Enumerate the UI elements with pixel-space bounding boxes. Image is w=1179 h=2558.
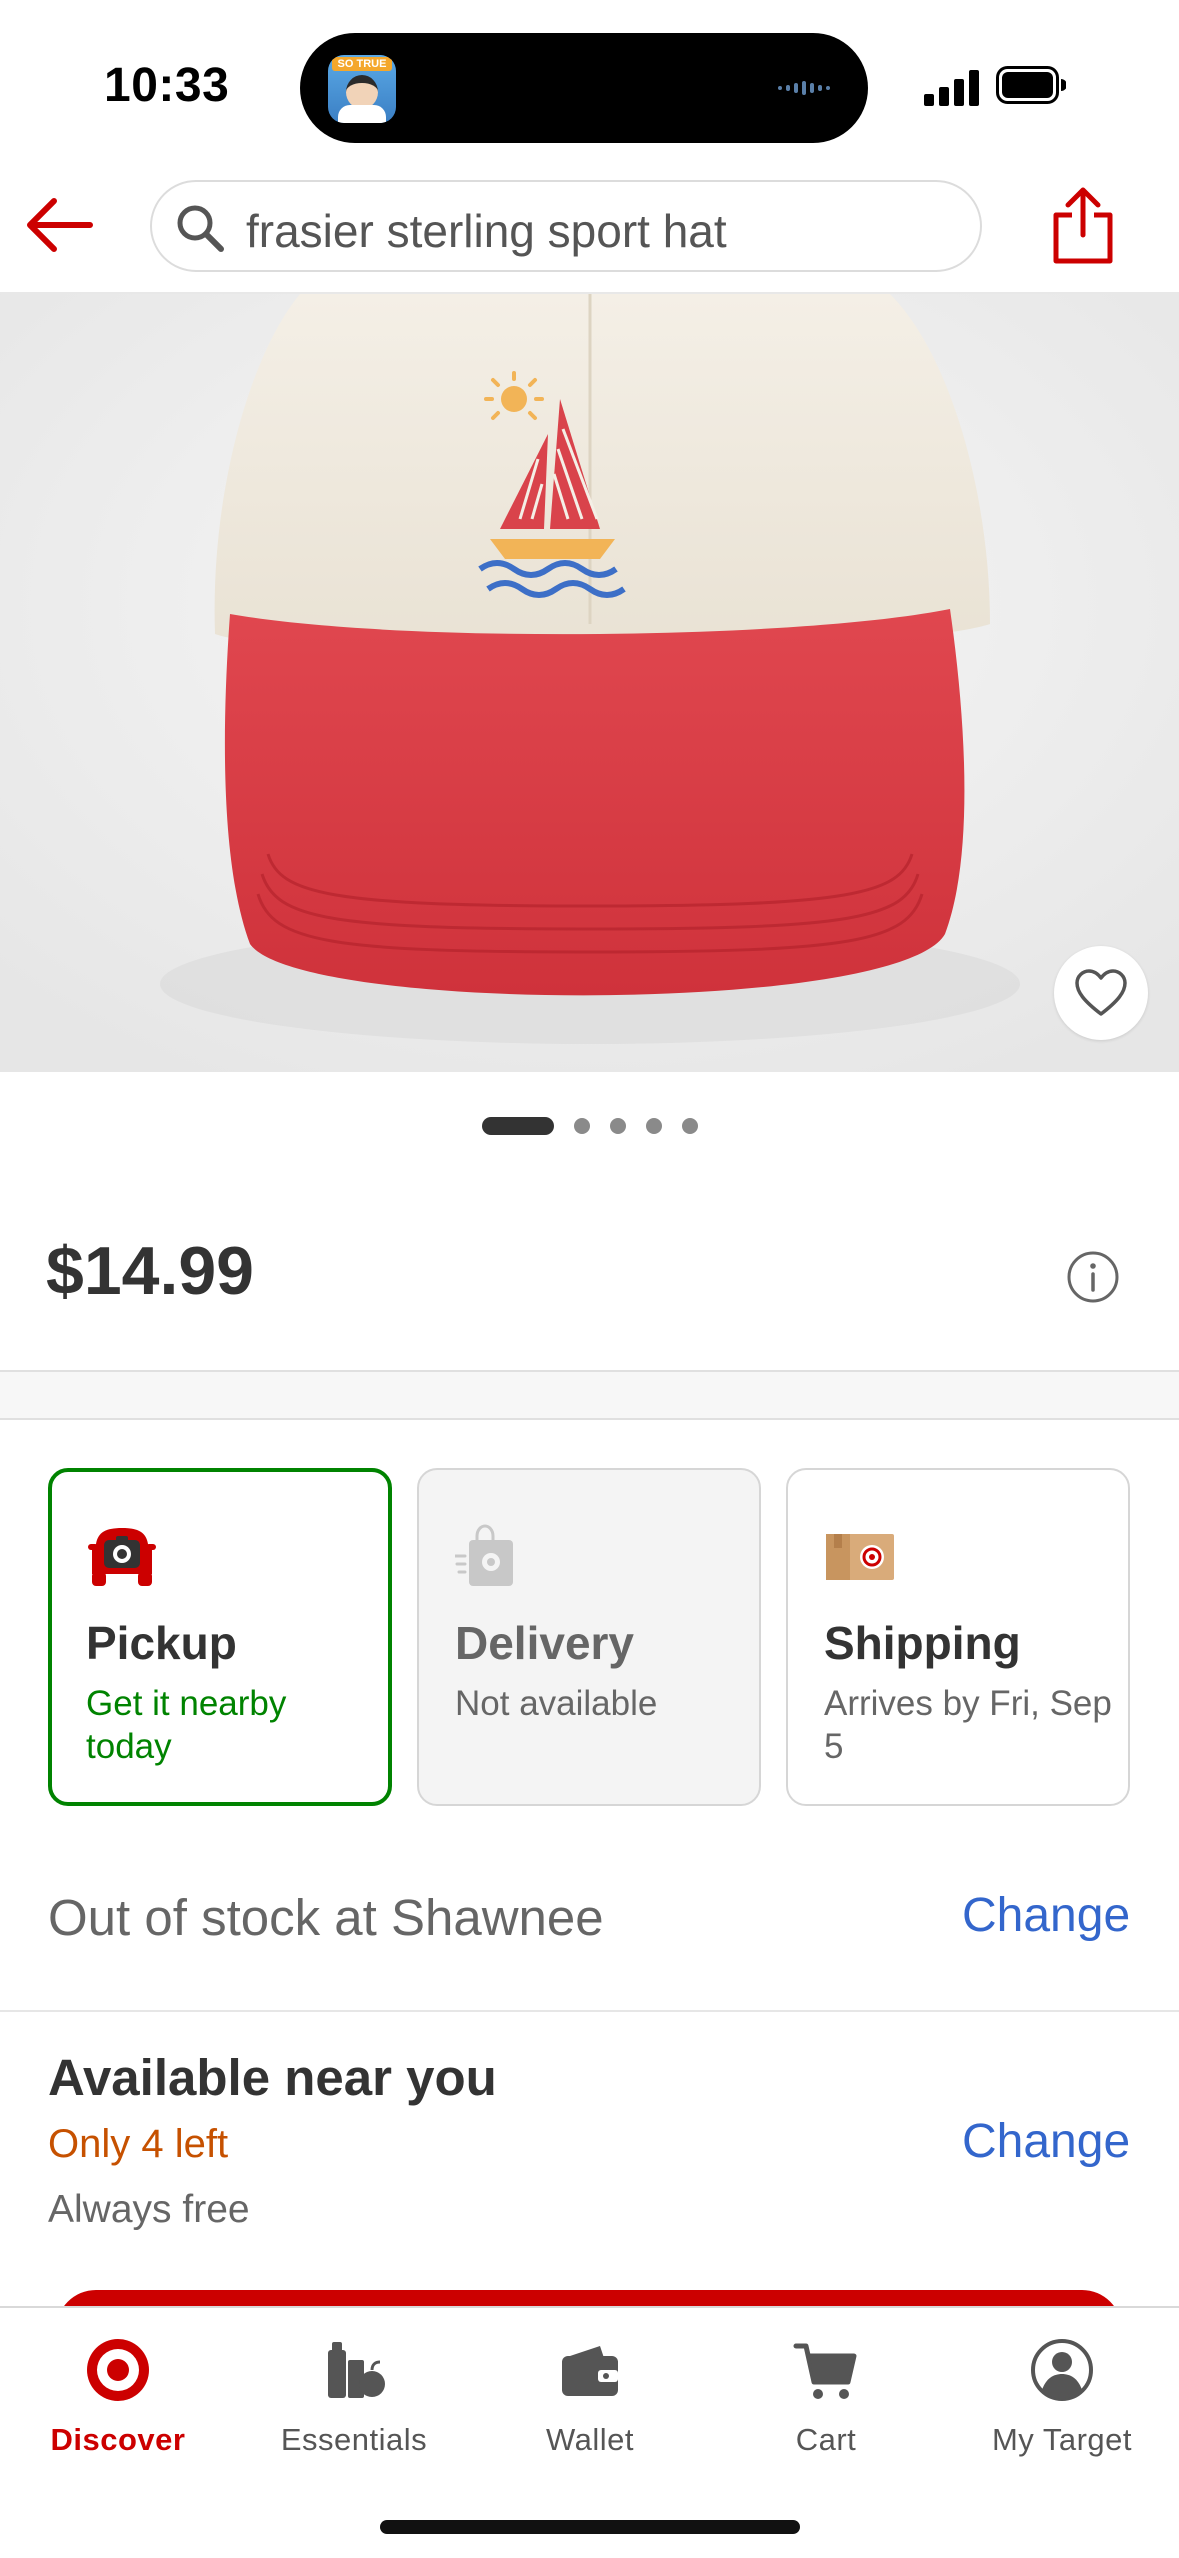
- carousel-dot[interactable]: [682, 1118, 698, 1134]
- shipping-title: Shipping: [824, 1617, 1021, 1669]
- tab-label: Essentials: [280, 2422, 428, 2457]
- product-price: $14.99: [46, 1233, 254, 1309]
- pickup-cost-label: Always free: [48, 2188, 250, 2231]
- carousel-dot-active[interactable]: [482, 1117, 554, 1135]
- change-nearby-store-link[interactable]: Change: [962, 2114, 1130, 2169]
- fulfillment-option-shipping[interactable]: Shipping Arrives by Fri, Sep 5: [786, 1468, 1130, 1806]
- divider: [0, 2010, 1179, 2012]
- tab-cart[interactable]: Cart: [708, 2308, 944, 2498]
- search-input[interactable]: frasier sterling sport hat: [150, 180, 982, 272]
- status-time: 10:33: [104, 59, 230, 112]
- carousel-dot[interactable]: [574, 1118, 590, 1134]
- heart-icon: [1075, 969, 1127, 1016]
- battery-icon: [996, 66, 1066, 104]
- fulfillment-option-pickup[interactable]: Pickup Get it nearby today: [48, 1468, 392, 1806]
- tab-label: Cart: [795, 2422, 857, 2457]
- tab-discover[interactable]: Discover: [0, 2308, 236, 2498]
- account-icon: [1031, 2339, 1093, 2401]
- cellular-signal-icon: [924, 70, 979, 106]
- tab-label: My Target: [991, 2422, 1133, 2457]
- tab-my-target[interactable]: My Target: [944, 2308, 1179, 2498]
- tab-label: Wallet: [546, 2422, 634, 2457]
- search-query-text: frasier sterling sport hat: [246, 205, 727, 257]
- pickup-title: Pickup: [86, 1617, 237, 1669]
- hat-photo: [0, 294, 1179, 1072]
- carousel-dot[interactable]: [646, 1118, 662, 1134]
- image-carousel-indicator[interactable]: [482, 1116, 702, 1136]
- available-near-title: Available near you: [48, 2049, 497, 2106]
- pickup-car-icon: [88, 1528, 156, 1586]
- section-spacer: [0, 1372, 1179, 1418]
- divider: [0, 1418, 1179, 1420]
- delivery-title: Delivery: [455, 1617, 635, 1669]
- share-button[interactable]: [1050, 185, 1116, 265]
- search-icon: [177, 205, 224, 252]
- delivery-subtitle: Not available: [455, 1684, 658, 1723]
- cart-icon: [793, 2343, 857, 2399]
- essentials-icon: [328, 2342, 385, 2398]
- info-icon[interactable]: [1066, 1250, 1120, 1304]
- pickup-subtitle: Get it nearby today: [86, 1684, 287, 1766]
- fulfillment-option-delivery[interactable]: Delivery Not available: [417, 1468, 761, 1806]
- audio-waveform-icon: [778, 81, 830, 95]
- carousel-dot[interactable]: [610, 1118, 626, 1134]
- dynamic-island[interactable]: SO TRUE: [300, 33, 868, 143]
- target-logo-icon: [87, 2339, 149, 2401]
- product-image[interactable]: [0, 294, 1179, 1072]
- tab-label: Discover: [50, 2422, 186, 2457]
- home-indicator: [380, 2520, 800, 2534]
- shipping-subtitle: Arrives by Fri, Sep 5: [824, 1684, 1112, 1766]
- delivery-bag-icon: [455, 1524, 513, 1586]
- change-store-link[interactable]: Change: [962, 1888, 1130, 1943]
- shipping-box-icon: [826, 1534, 894, 1580]
- live-activity-avatar: SO TRUE: [328, 55, 396, 123]
- store-stock-status: Out of stock at Shawnee: [48, 1889, 604, 1946]
- back-button[interactable]: [20, 192, 100, 258]
- tab-essentials[interactable]: Essentials: [236, 2308, 472, 2498]
- island-badge: SO TRUE: [332, 57, 392, 71]
- low-stock-label: Only 4 left: [48, 2122, 229, 2166]
- favorite-button[interactable]: [1054, 946, 1148, 1040]
- wallet-icon: [562, 2346, 618, 2396]
- tab-wallet[interactable]: Wallet: [472, 2308, 708, 2498]
